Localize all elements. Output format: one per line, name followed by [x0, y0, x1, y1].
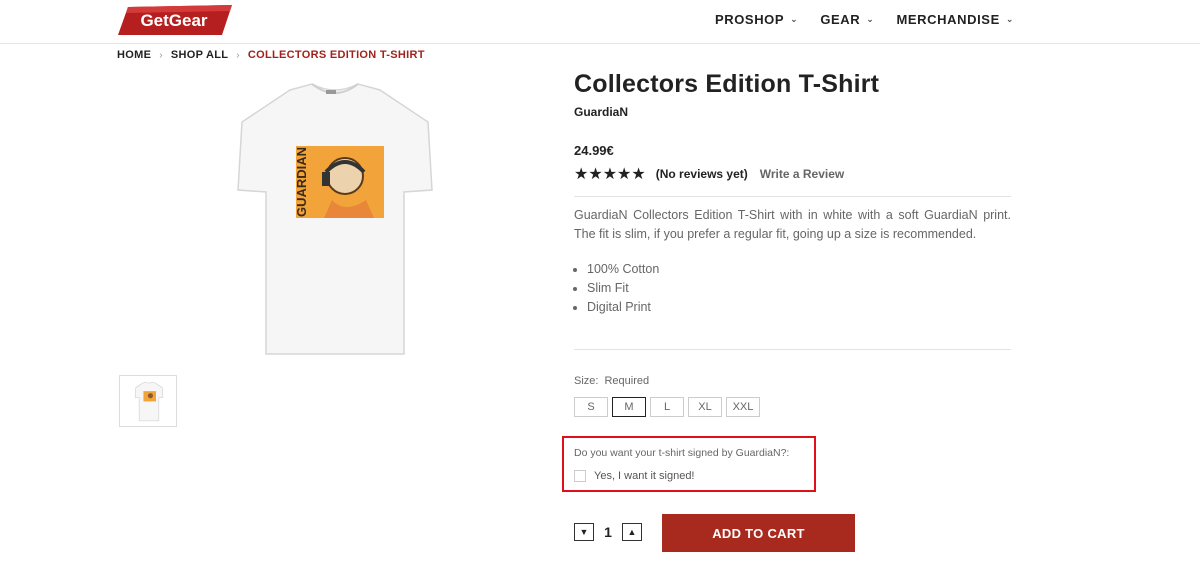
- size-options: S M L XL XXL: [574, 397, 760, 417]
- nav-gear[interactable]: GEAR ⌄: [820, 12, 874, 27]
- signed-option-highlight: [562, 436, 816, 492]
- breadcrumb-home[interactable]: HOME: [117, 49, 151, 61]
- chevron-right-icon: ›: [159, 49, 163, 61]
- reviews-count: (No reviews yet): [655, 167, 748, 181]
- size-option-l[interactable]: L: [650, 397, 684, 417]
- product-image[interactable]: GUARDIAN: [232, 82, 438, 362]
- sign-option[interactable]: Yes, I want it signed!: [574, 470, 695, 482]
- divider: [574, 196, 1011, 197]
- product-thumbnail[interactable]: [119, 375, 177, 427]
- size-label: Size: Required: [574, 375, 649, 387]
- write-review-link[interactable]: Write a Review: [760, 167, 844, 181]
- feature-item: Digital Print: [587, 298, 1011, 317]
- increase-quantity-button[interactable]: ▲: [622, 523, 642, 541]
- chevron-up-icon: ▲: [627, 527, 637, 537]
- nav-label: GEAR: [820, 12, 861, 27]
- size-option-xxl[interactable]: XXL: [726, 397, 760, 417]
- chevron-right-icon: ›: [236, 49, 240, 61]
- product-description: GuardiaN Collectors Edition T-Shirt with…: [574, 208, 1011, 241]
- getgear-logo[interactable]: GetGear: [118, 5, 232, 35]
- add-to-cart-button[interactable]: ADD TO CART: [662, 514, 855, 552]
- main-nav: PROSHOP ⌄ GEAR ⌄ MERCHANDISE ⌄: [715, 12, 1014, 27]
- decrease-quantity-button[interactable]: ▼: [574, 523, 594, 541]
- size-label-text: Size:: [574, 375, 599, 387]
- site-header: GetGear PROSHOP ⌄ GEAR ⌄ MERCHANDISE ⌄: [0, 0, 1200, 44]
- size-required-text: Required: [604, 375, 650, 387]
- nav-label: PROSHOP: [714, 12, 785, 27]
- sign-checkbox[interactable]: [574, 470, 586, 482]
- svg-text:GUARDIAN: GUARDIAN: [294, 147, 309, 217]
- rating-row: ★★★★★ (No reviews yet) Write a Review: [574, 164, 1011, 184]
- feature-item: 100% Cotton: [587, 260, 1011, 279]
- product-info: Collectors Edition T-Shirt GuardiaN 24.9…: [574, 70, 1011, 350]
- quantity-value[interactable]: 1: [594, 524, 622, 540]
- feature-item: Slim Fit: [587, 279, 1011, 298]
- divider: [574, 349, 1011, 350]
- breadcrumb-current: COLLECTORS EDITION T-SHIRT: [247, 49, 425, 61]
- feature-list: 100% Cotton Slim Fit Digital Print: [574, 260, 1011, 317]
- size-option-xl[interactable]: XL: [688, 397, 722, 417]
- nav-proshop[interactable]: PROSHOP ⌄: [715, 12, 798, 27]
- product-brand[interactable]: GuardiaN: [574, 105, 1011, 119]
- breadcrumb-shop-all[interactable]: SHOP ALL: [171, 49, 228, 61]
- size-option-s[interactable]: S: [574, 397, 608, 417]
- size-option-m[interactable]: M: [612, 397, 646, 417]
- star-rating-icon: ★★★★★: [574, 166, 646, 183]
- chevron-down-icon: ⌄: [1005, 14, 1014, 24]
- sign-option-label: Yes, I want it signed!: [594, 470, 695, 482]
- product-title: Collectors Edition T-Shirt: [574, 70, 880, 98]
- chevron-down-icon: ⌄: [866, 14, 875, 24]
- breadcrumb: HOME › SHOP ALL › COLLECTORS EDITION T-S…: [117, 49, 425, 61]
- chevron-down-icon: ⌄: [790, 14, 799, 24]
- svg-text:GetGear: GetGear: [140, 11, 207, 30]
- chevron-down-icon: ▼: [579, 527, 589, 537]
- nav-label: MERCHANDISE: [896, 12, 1000, 27]
- nav-merchandise[interactable]: MERCHANDISE ⌄: [896, 12, 1014, 27]
- product-price: 24.99€: [574, 143, 614, 158]
- quantity-stepper: ▼ 1 ▲: [574, 523, 642, 541]
- sign-question: Do you want your t-shirt signed by Guard…: [574, 447, 790, 459]
